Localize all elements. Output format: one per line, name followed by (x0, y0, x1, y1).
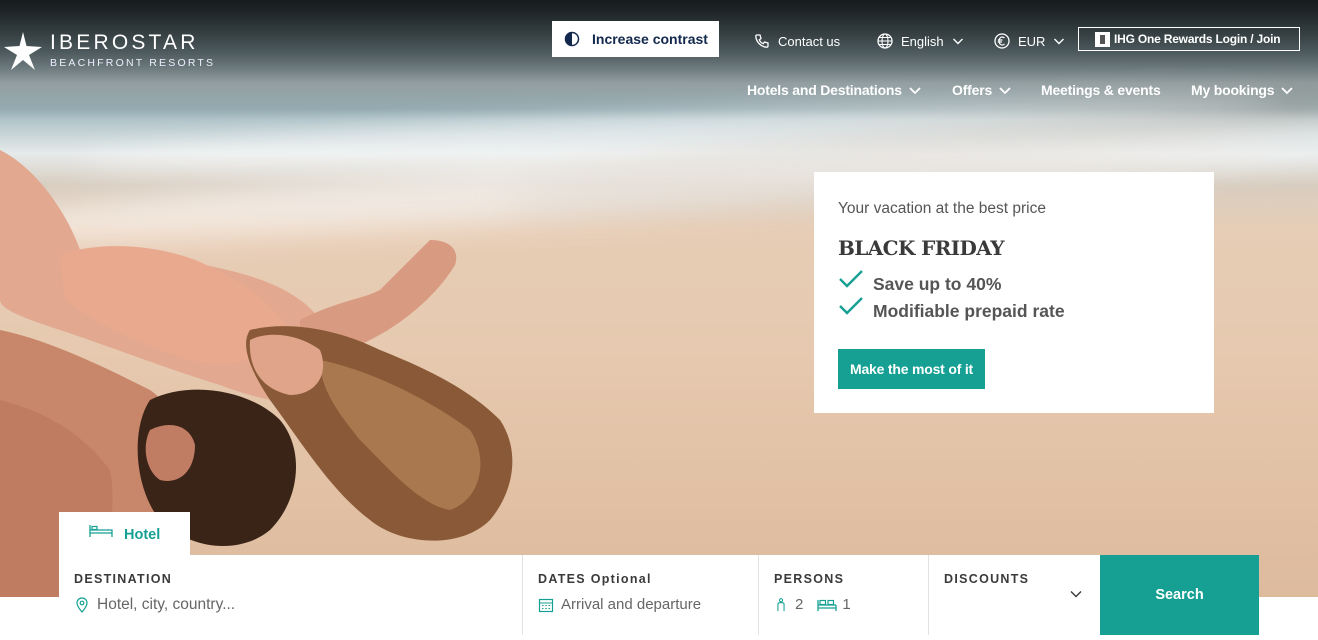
contrast-icon (564, 31, 580, 47)
currency-selector[interactable]: EUR (993, 30, 1065, 52)
dates-field[interactable]: DATES Optional Arrival and departure (523, 555, 759, 635)
ihg-rewards-login-button[interactable]: IHG One Rewards Login / Join (1078, 27, 1300, 51)
check-icon (839, 296, 863, 315)
promo-benefit: Save up to 40% (838, 269, 1214, 295)
language-label: English (901, 33, 944, 49)
destination-label: DESTINATION (74, 572, 173, 586)
nav-offers[interactable]: Offers (952, 80, 1012, 100)
promo-card: Your vacation at the best price BLACK FR… (814, 172, 1214, 413)
nav-item-label: Offers (952, 82, 993, 98)
globe-icon (877, 33, 893, 49)
bed-icon (89, 524, 113, 537)
ihg-logo-icon (1095, 31, 1110, 47)
promo-eyebrow: Your vacation at the best price (838, 200, 1046, 217)
chevron-down-icon (1070, 591, 1082, 598)
dates-placeholder: Arrival and departure (561, 596, 702, 613)
room-icon (817, 599, 837, 611)
dates-label: DATES Optional (538, 572, 652, 586)
euro-icon (994, 33, 1010, 49)
adults-count: 2 (795, 596, 804, 613)
ihg-rewards-label: IHG One Rewards Login / Join (1114, 32, 1281, 46)
chevron-down-icon (952, 38, 963, 45)
brand-tagline: BEACHFRONT RESORTS (50, 57, 216, 69)
promo-benefit-label: Modifiable prepaid rate (873, 301, 1065, 321)
currency-label: EUR (1018, 33, 1046, 49)
destination-input[interactable] (97, 596, 457, 614)
contact-us-label: Contact us (778, 33, 841, 49)
promo-benefit: Modifiable prepaid rate (838, 296, 1214, 322)
nav-item-label: My bookings (1191, 82, 1275, 98)
brand-logo[interactable]: IBEROSTAR BEACHFRONT RESORTS (2, 30, 215, 72)
increase-contrast-button[interactable]: Increase contrast (552, 21, 719, 57)
nav-item-label: Meetings & events (1041, 82, 1161, 98)
rooms-count: 1 (842, 596, 851, 613)
chevron-down-icon (1054, 38, 1065, 45)
discounts-field[interactable]: DISCOUNTS (929, 555, 1100, 635)
location-pin-icon (76, 597, 88, 613)
chevron-down-icon (999, 87, 1011, 95)
language-selector[interactable]: English (876, 30, 964, 52)
phone-icon (755, 34, 769, 48)
destination-field[interactable]: DESTINATION (59, 555, 523, 635)
tab-hotel[interactable]: Hotel (59, 512, 190, 557)
persons-label: PERSONS (774, 572, 845, 586)
promo-headline: BLACK FRIDAY (838, 236, 1004, 260)
booking-form: DESTINATION DATES Optional Arrival and d… (59, 555, 1100, 635)
brand-name: IBEROSTAR (50, 31, 199, 54)
calendar-icon (538, 598, 554, 612)
nav-item-label: Hotels and Destinations (747, 82, 902, 98)
make-the-most-button[interactable]: Make the most of it (838, 349, 985, 389)
increase-contrast-label: Increase contrast (592, 31, 708, 47)
discounts-label: DISCOUNTS (944, 572, 1030, 586)
persons-field[interactable]: PERSONS 2 1 (759, 555, 929, 635)
check-icon (839, 269, 863, 288)
chevron-down-icon (1281, 87, 1293, 95)
person-icon (777, 597, 785, 611)
contact-us-link[interactable]: Contact us (753, 30, 840, 52)
tab-hotel-label: Hotel (124, 526, 161, 543)
nav-hotels-and-destinations[interactable]: Hotels and Destinations (747, 80, 922, 100)
nav-my-bookings[interactable]: My bookings (1191, 80, 1294, 100)
promo-benefit-label: Save up to 40% (873, 274, 1002, 294)
chevron-down-icon (909, 87, 921, 95)
star-logo-icon (4, 32, 42, 70)
nav-meetings-and-events[interactable]: Meetings & events (1041, 80, 1161, 100)
search-button[interactable]: Search (1100, 555, 1259, 635)
